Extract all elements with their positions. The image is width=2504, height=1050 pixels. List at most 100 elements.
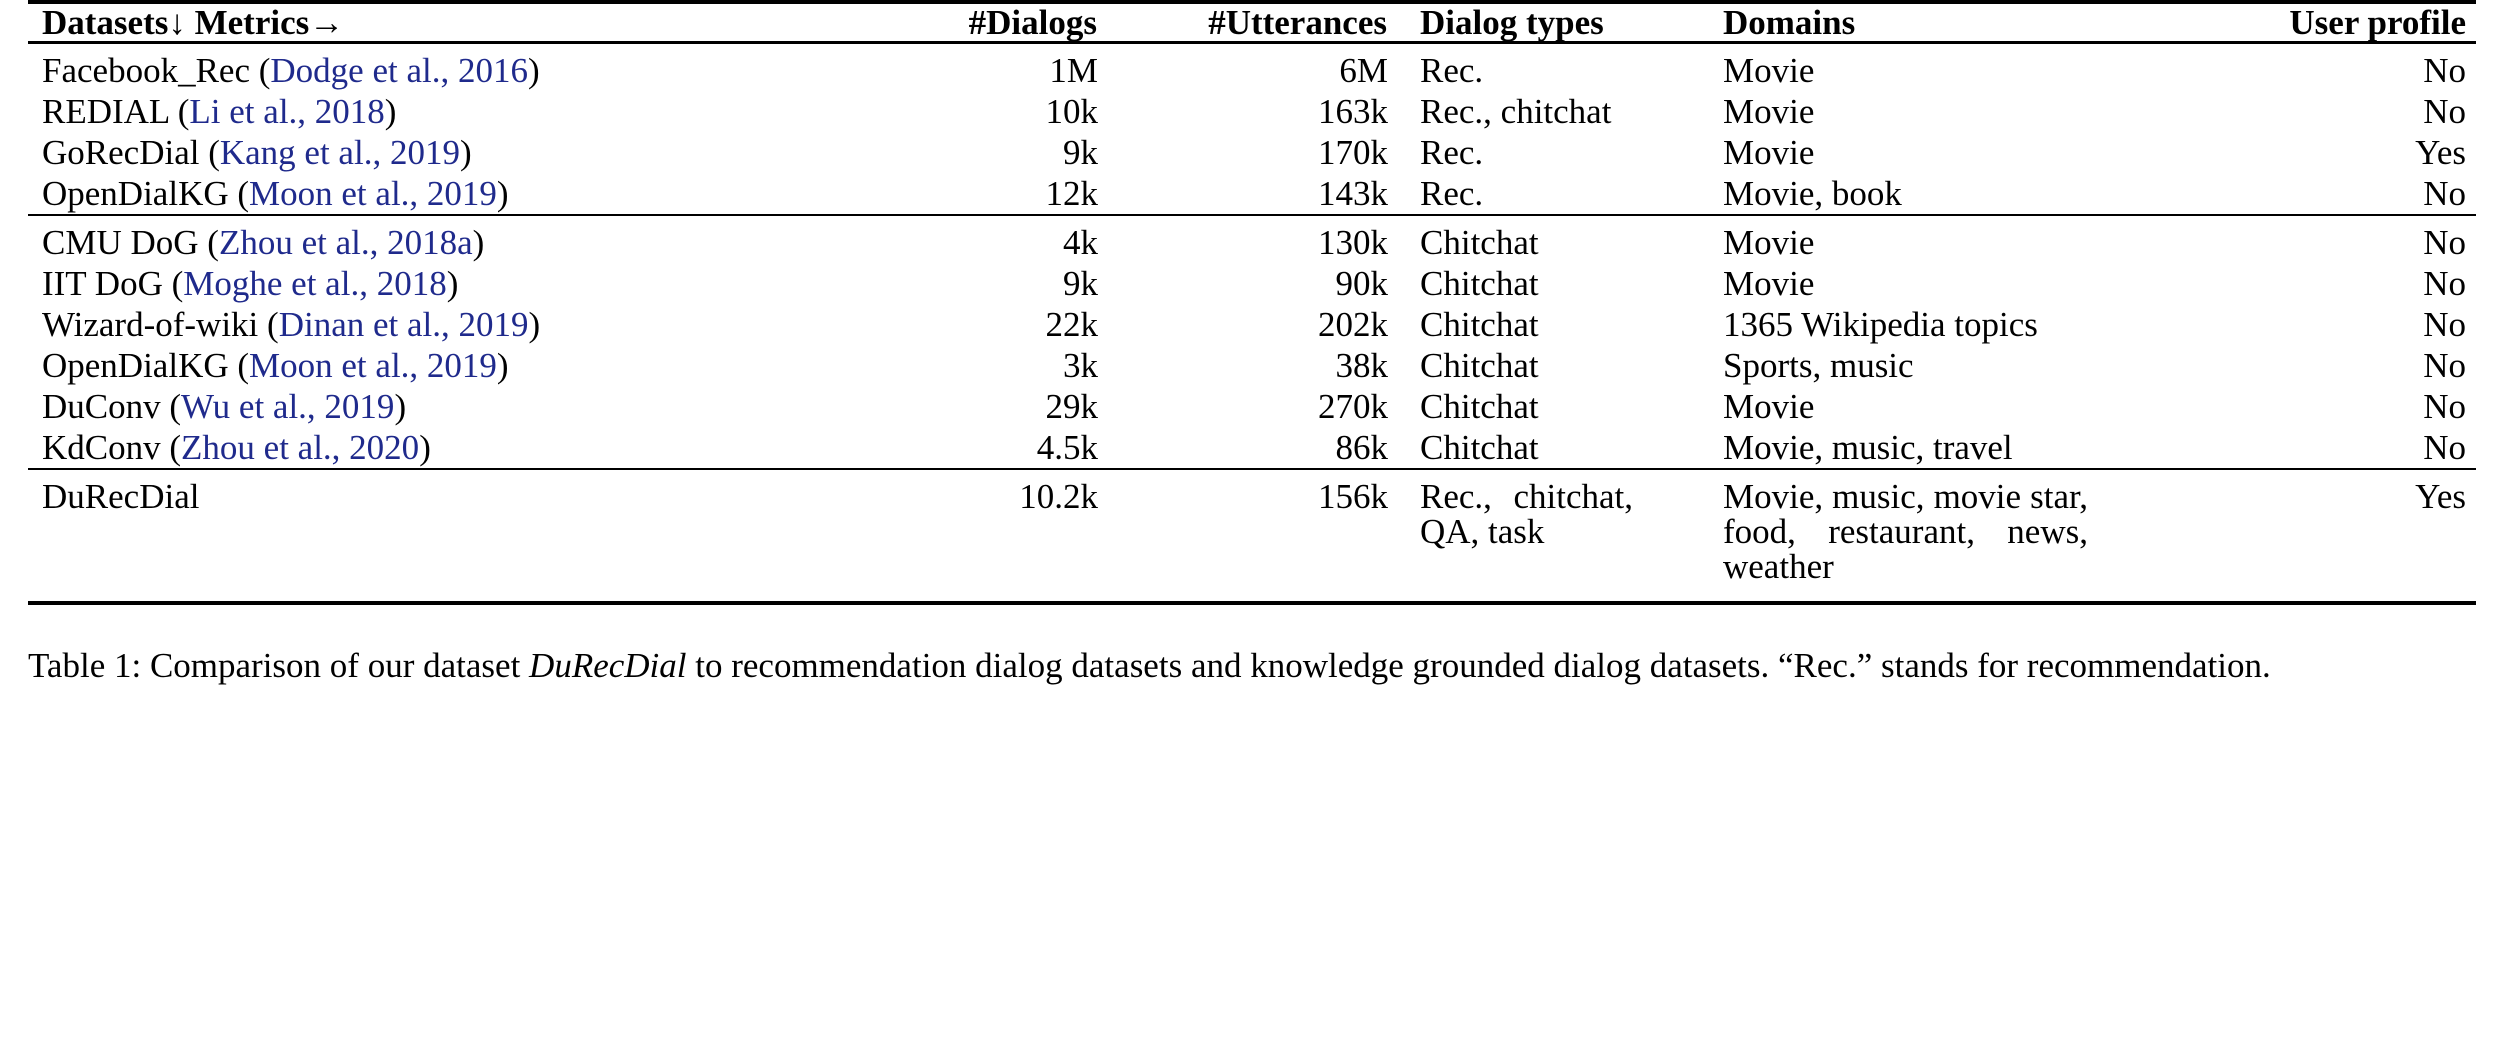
table-row: KdConv (Zhou et al., 2020) 4.5k 86k Chitcha… [28,427,2476,469]
cell-user-profile: No [2423,264,2466,303]
cell-dialogs: 3k [1063,346,1098,385]
cell-dialog-types: Chitchat [1420,223,1539,262]
caption-emphasis: DuRecDial [529,646,687,685]
table-row: GoRecDial (Kang et al., 2019) 9k 170k Rec. M… [28,132,2476,173]
cell-utterances: 270k [1318,387,1388,426]
dataset-label: Wizard-of-wiki [42,305,259,344]
dataset-label: GoRecDial [42,133,200,172]
citation-close-paren: ) [496,346,509,385]
table-header-row: Datasets↓ Metrics→ #Dialogs #Utterances Dia… [28,4,2476,43]
dataset-label: DuRecDial [42,477,200,516]
cell-domains: Movie, book [1723,174,1902,213]
comparison-table: Datasets↓ Metrics→ #Dialogs #Utterances Dia… [28,0,2476,607]
cell-utterances: 170k [1318,133,1388,172]
cell-dialog-types: Rec. [1420,174,1484,213]
column-header-user_profile: User profile [2289,3,2466,42]
table-bottom-spacer [28,587,2476,603]
cell-dialogs: 9k [1063,264,1098,303]
table-caption: Table 1: Comparison of our dataset DuRec… [28,643,2476,689]
cell-user-profile: No [2423,92,2466,131]
dataset-label: DuConv [42,387,161,426]
citation-link[interactable]: Zhou et al., 2020 [181,428,419,467]
cell-utterances: 90k [1335,264,1389,303]
cell-user-profile: No [2423,346,2466,385]
cell-utterances: 6M [1339,51,1388,90]
table-row: CMU DoG (Zhou et al., 2018a) 4k 130k Chitch… [28,216,2476,263]
citation-link[interactable]: Zhou et al., 2018a [219,223,473,262]
table-row: Wizard-of-wiki (Dinan et al., 2019) 22k 20… [28,304,2476,345]
cell-dataset-name: CMU DoG (Zhou et al., 2018a) [28,216,828,263]
cell-dialogs: 22k [1045,305,1099,344]
citation-open-paren: ( [160,387,182,426]
citation-link[interactable]: Dinan et al., 2019 [279,305,529,344]
cell-dataset-name: GoRecDial (Kang et al., 2019) [28,132,828,173]
cell-user-profile: No [2423,223,2466,262]
dataset-label: REDIAL [42,92,170,131]
citation-link[interactable]: Wu et al., 2019 [181,387,394,426]
cell-user-profile: No [2423,51,2466,90]
cell-dataset-name: IIT DoG (Moghe et al., 2018) [28,263,828,304]
citation-open-paren: ( [198,223,219,262]
cell-domains: 1365 Wikipedia topics [1723,305,2038,344]
cell-domains: Movie [1723,223,1815,262]
citation-open-paren: ( [249,51,271,90]
column-header-dataset: Datasets↓ Metrics→ [42,3,345,42]
cell-dialogs: 10k [1045,92,1099,131]
column-header-dialog_types: Dialog types [1420,3,1604,42]
table-row: DuRecDial 10.2k 156k Rec., chitchat, QA, ta… [28,470,2476,587]
cell-user-profile: Yes [2415,133,2466,172]
cell-utterances: 130k [1318,223,1388,262]
table-row: IIT DoG (Moghe et al., 2018) 9k 90k Chitcha… [28,263,2476,304]
cell-domains: Movie [1723,92,1815,131]
citation-link[interactable]: Li et al., 2018 [189,92,384,131]
cell-dialog-types: Chitchat [1420,428,1539,467]
dataset-label: OpenDialKG [42,346,229,385]
cell-dialog-types: Chitchat [1420,387,1539,426]
cell-dataset-name: OpenDialKG (Moon et al., 2019) [28,345,828,386]
cell-dialogs: 12k [1045,174,1099,213]
citation-link[interactable]: Moon et al., 2019 [249,174,497,213]
citation-link[interactable]: Moghe et al., 2018 [183,264,446,303]
citation-close-paren: ) [528,305,541,344]
cell-domains: Movie [1723,51,1815,90]
cell-domains: Movie [1723,264,1815,303]
citation-open-paren: ( [228,346,250,385]
cell-dataset-name: REDIAL (Li et al., 2018) [28,91,828,132]
cell-dialog-types: Chitchat [1420,264,1539,303]
cell-dialog-types: Rec., chitchat, QA, task [1420,477,1633,551]
citation-open-paren: ( [199,133,220,172]
cell-dialogs: 1M [1049,51,1098,90]
cell-dialog-types: Rec. [1420,133,1484,172]
cell-utterances: 156k [1318,477,1388,516]
cell-user-profile: Yes [2415,477,2466,516]
citation-open-paren: ( [258,305,279,344]
cell-utterances: 86k [1335,428,1389,467]
table-rule [28,601,2476,607]
cell-domains: Movie, music, movie star, food, restaura… [1723,477,2088,586]
caption-prefix: Table 1: Comparison of our dataset [28,646,530,685]
cell-dataset-name: OpenDialKG (Moon et al., 2019) [28,173,828,215]
citation-close-paren: ) [459,133,472,172]
citation-open-paren: ( [162,264,184,303]
cell-dataset-name: Facebook_Rec (Dodge et al., 2016) [28,44,828,91]
table-row: OpenDialKG (Moon et al., 2019) 3k 38k Chitc… [28,345,2476,386]
citation-link[interactable]: Kang et al., 2019 [220,133,460,172]
citation-link[interactable]: Moon et al., 2019 [249,346,497,385]
cell-user-profile: No [2423,174,2466,213]
dataset-label: Facebook_Rec [42,51,250,90]
cell-dialogs: 29k [1045,387,1099,426]
dataset-label: IIT DoG [42,264,163,303]
citation-open-paren: ( [228,174,250,213]
cell-utterances: 143k [1318,174,1388,213]
citation-open-paren: ( [169,92,190,131]
cell-domains: Sports, music [1723,346,1914,385]
cell-domains: Movie [1723,387,1815,426]
cell-user-profile: No [2423,305,2466,344]
cell-user-profile: No [2423,428,2466,467]
dataset-label: OpenDialKG [42,174,229,213]
cell-dialog-types: Rec., chitchat [1420,92,1612,131]
citation-link[interactable]: Dodge et al., 2016 [270,51,528,90]
citation-open-paren: ( [160,428,182,467]
dataset-label: CMU DoG [42,223,199,262]
citation-close-paren: ) [496,174,509,213]
